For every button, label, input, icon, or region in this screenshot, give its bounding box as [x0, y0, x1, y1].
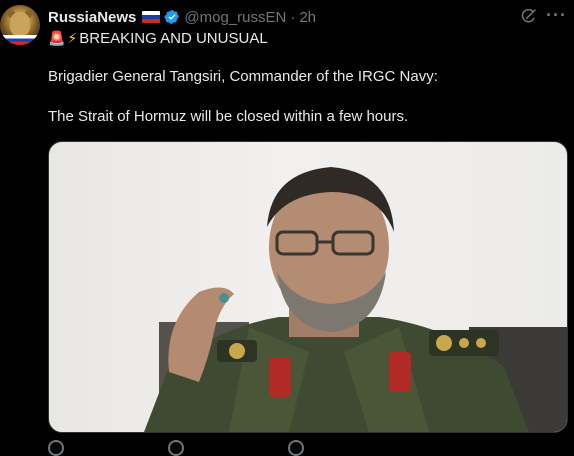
tweet-header: RussiaNews @mog_russEN · 2h	[48, 8, 316, 26]
tweet-text-line-1: Brigadier General Tangsiri, Commander of…	[48, 68, 438, 85]
headline-text: BREAKING AND UNUSUAL	[79, 30, 268, 47]
separator-dot: ·	[290, 8, 296, 26]
tweet-photo[interactable]	[48, 141, 568, 433]
author-handle[interactable]: @mog_russEN	[184, 9, 286, 26]
like-icon[interactable]	[288, 440, 304, 456]
more-options-icon[interactable]: ···	[546, 6, 567, 24]
grok-icon[interactable]	[520, 7, 538, 25]
avatar[interactable]	[0, 5, 40, 45]
avatar-flag-stripe	[0, 35, 40, 45]
avatar-face	[10, 12, 30, 36]
repost-icon[interactable]	[168, 440, 184, 456]
post-time[interactable]: 2h	[299, 9, 316, 26]
photo-illustration	[144, 167, 567, 432]
russia-flag-icon	[142, 11, 161, 23]
lightning-icon: ⚡	[67, 30, 78, 46]
action-bar	[48, 438, 566, 456]
reply-icon[interactable]	[48, 440, 64, 456]
verified-badge-icon	[164, 10, 180, 24]
siren-icon: 🚨	[48, 30, 66, 46]
tweet-headline: 🚨 ⚡ BREAKING AND UNUSUAL	[48, 30, 268, 47]
author-name[interactable]: RussiaNews	[48, 9, 136, 26]
tweet-text-line-2: The Strait of Hormuz will be closed with…	[48, 108, 409, 125]
